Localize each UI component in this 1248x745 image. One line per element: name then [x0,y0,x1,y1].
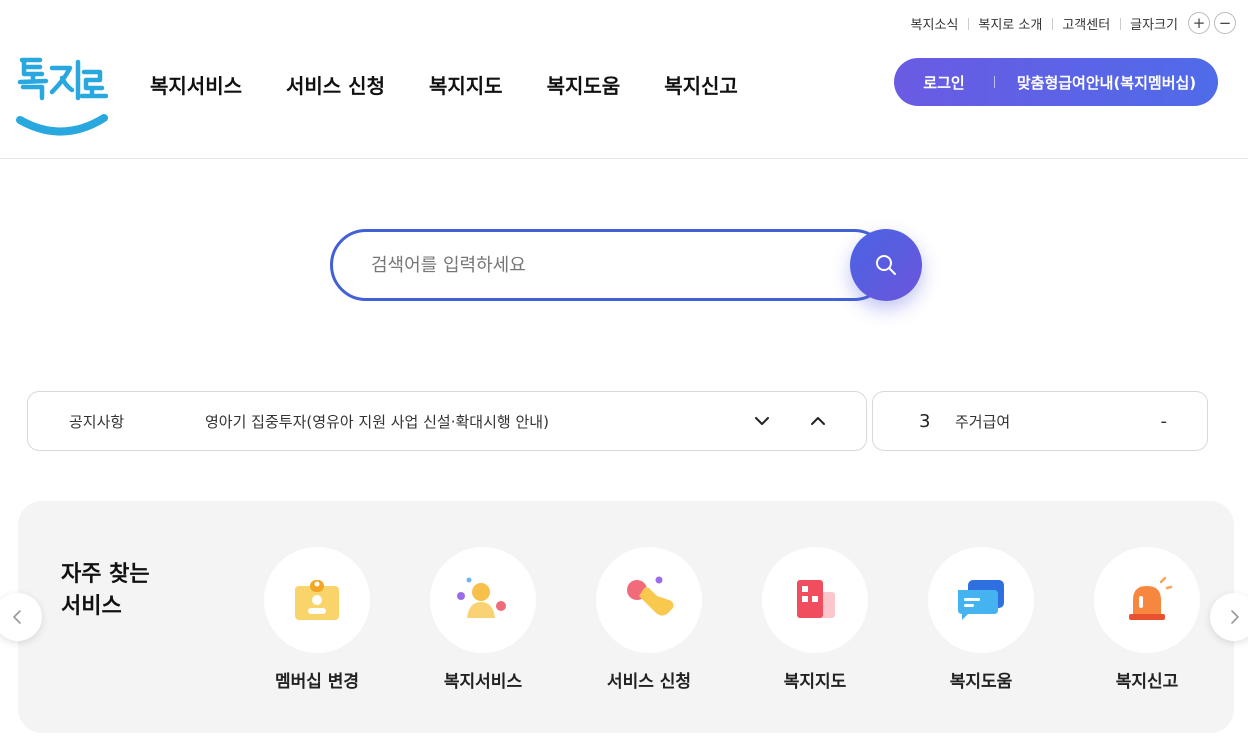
service-item-membership-change[interactable]: 멤버십 변경 [263,547,371,692]
nav-item-welfare-map[interactable]: 복지지도 [429,70,503,99]
chevron-down-icon [755,417,769,425]
rank-number: 3 [919,410,931,432]
frequent-title-line1: 자주 찾는 [61,562,150,587]
search-input[interactable] [330,229,890,301]
util-link-support[interactable]: 고객센터 [1052,14,1120,33]
member-pill: 로그인 맞춤형급여안내(복지멤버십) [894,58,1218,106]
notice-label: 공지사항 [69,412,125,431]
service-label: 복지도움 [949,672,1013,692]
font-size-increase-button[interactable]: + [1188,12,1210,34]
service-icon-circle [264,547,370,653]
search-button[interactable] [850,229,922,301]
notice-prev-button[interactable] [806,409,830,433]
chevron-right-icon [1231,610,1239,624]
map-icon [797,580,835,618]
chevron-left-icon [13,610,21,624]
utility-bar: 복지소식 복지로 소개 고객센터 글자크기 + − [901,12,1236,34]
id-card-icon [295,580,339,620]
membership-guide-button[interactable]: 맞춤형급여안내(복지멤버십) [995,72,1218,93]
service-item-welfare-report[interactable]: 복지신고 [1093,547,1201,692]
font-size-decrease-button[interactable]: − [1214,12,1236,34]
service-label: 서비스 신청 [606,672,692,692]
hand-click-icon [627,576,674,616]
rank-change: - [1160,410,1168,432]
person-icon [457,577,506,618]
service-item-welfare-map[interactable]: 복지지도 [761,547,869,692]
chevron-up-icon [811,417,825,425]
service-icon-circle [430,547,536,653]
font-size-label: 글자크기 [1120,14,1184,33]
login-button[interactable]: 로그인 [894,72,994,93]
service-label: 복지신고 [1115,672,1179,692]
site-logo[interactable] [16,54,109,140]
service-label: 복지서비스 [443,672,523,692]
nav-item-welfare-report[interactable]: 복지신고 [664,70,738,99]
service-icon-circle [596,547,702,653]
notice-text[interactable]: 영아기 집중투자(영유아 지원 사업 신설·확대시행 안내) [205,411,750,432]
siren-icon [1129,576,1173,620]
util-link-news[interactable]: 복지소식 [901,14,969,33]
service-icon-circle [928,547,1034,653]
service-label: 복지지도 [783,672,847,692]
logo-mark [16,57,109,136]
chat-icon [958,580,1004,620]
notice-next-button[interactable] [750,409,774,433]
frequent-services-panel: 자주 찾는 서비스 멤버십 변경 복지서비스 서비스 신청 복지지도 복지도움 … [18,501,1234,733]
service-item-service-apply[interactable]: 서비스 신청 [595,547,703,692]
rank-text: 주거급여 [955,412,1011,431]
service-label: 멤버십 변경 [274,672,360,692]
util-link-about[interactable]: 복지로 소개 [968,14,1052,33]
service-icon-circle [762,547,868,653]
service-icon-circle [1094,547,1200,653]
search-icon [876,255,896,275]
header-divider [0,158,1248,159]
nav-item-service-apply[interactable]: 서비스 신청 [286,70,385,99]
popular-rank-bar[interactable]: 3 주거급여 - [872,391,1208,451]
main-nav: 복지서비스 서비스 신청 복지지도 복지도움 복지신고 [150,70,782,99]
search-box [330,229,922,301]
service-item-welfare-service[interactable]: 복지서비스 [429,547,537,692]
nav-item-welfare-help[interactable]: 복지도움 [547,70,621,99]
service-item-welfare-help[interactable]: 복지도움 [927,547,1035,692]
notice-bar: 공지사항 영아기 집중투자(영유아 지원 사업 신설·확대시행 안내) [27,391,867,451]
frequent-title-line2: 서비스 [61,594,122,619]
nav-item-welfare-service[interactable]: 복지서비스 [150,70,242,99]
frequent-services-title: 자주 찾는 서비스 [61,559,150,623]
